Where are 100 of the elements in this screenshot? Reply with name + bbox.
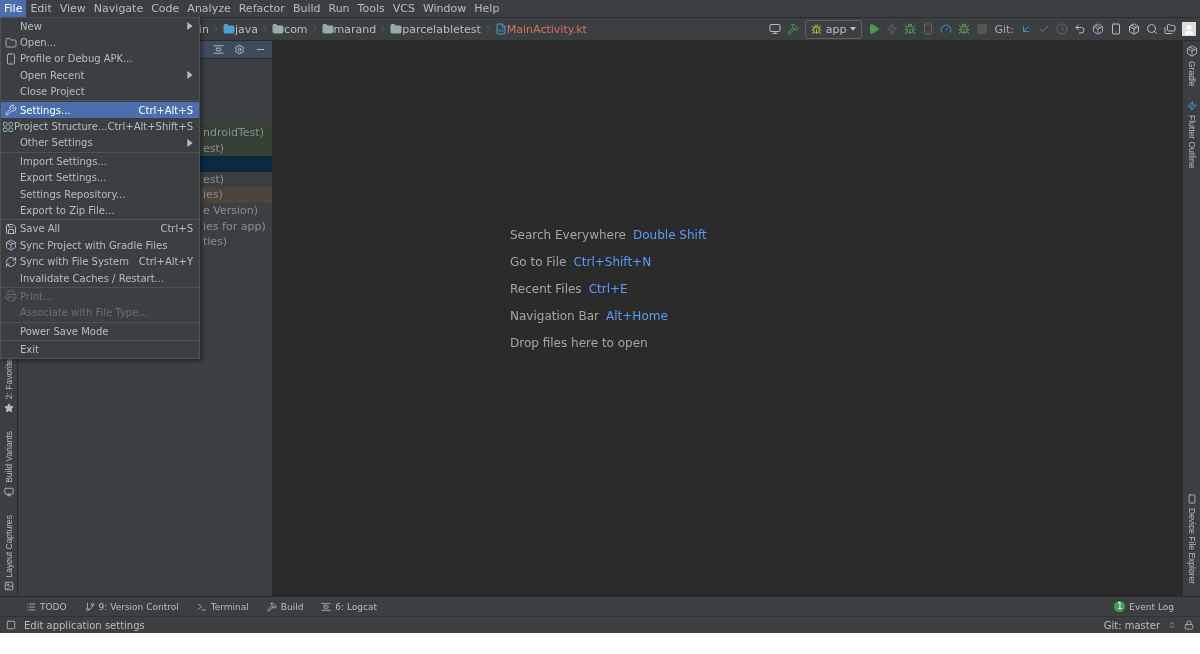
- tool-window-tab[interactable]: 2: Favorite: [3, 359, 14, 400]
- menu-title[interactable]: Help: [470, 0, 504, 17]
- menu-item[interactable]: Sync with File System Ctrl+Alt+Y: [1, 253, 199, 270]
- menu-title[interactable]: Window: [418, 0, 471, 17]
- hint-label: Navigation Bar: [510, 309, 600, 323]
- list-icon: [26, 601, 36, 612]
- terminal-window-icon[interactable]: [768, 23, 781, 35]
- menu-item[interactable]: Exit: [1, 341, 199, 358]
- phone-icon[interactable]: [1110, 23, 1122, 35]
- box-icon[interactable]: [1128, 23, 1140, 35]
- menu-title[interactable]: Tools: [353, 0, 389, 17]
- menu-item[interactable]: Sync Project with Gradle Files: [1, 237, 199, 254]
- collapse-icon[interactable]: [213, 44, 224, 55]
- tool-window-tab[interactable]: Layout Captures: [3, 515, 14, 578]
- menu-item[interactable]: Settings Repository...: [1, 185, 199, 203]
- folder-icon: [223, 23, 236, 35]
- menu-title[interactable]: Analyze: [183, 0, 235, 17]
- tool-window-tab[interactable]: TODO: [26, 601, 67, 612]
- undo-icon[interactable]: [1074, 23, 1086, 35]
- folder-icon: [321, 23, 334, 35]
- hint-shortcut: Double Shift: [633, 228, 707, 242]
- menu-title[interactable]: Refactor: [234, 0, 289, 17]
- folder-icon: [390, 23, 403, 35]
- tool-window-tab[interactable]: 9: Version Control: [84, 601, 179, 612]
- breadcrumb-item[interactable]: parcelabletest: [402, 22, 481, 36]
- capture-icon: [3, 581, 14, 592]
- save-icon: [4, 222, 17, 235]
- settings-icon[interactable]: [234, 44, 245, 55]
- tool-window-tab[interactable]: Build Variants: [3, 431, 14, 483]
- flutter-icon: [1186, 100, 1197, 111]
- git-branch-widget[interactable]: Git: master: [1103, 619, 1160, 631]
- hint-shortcut: Alt+Home: [606, 309, 668, 323]
- gauge-icon[interactable]: [940, 23, 953, 35]
- hint-label: Go to File: [510, 255, 567, 269]
- wrench-icon: [4, 104, 17, 117]
- monitor-icon: [3, 487, 14, 497]
- search-icon[interactable]: [1146, 23, 1158, 35]
- menu-item[interactable]: Import Settings...: [1, 153, 199, 170]
- menu-title[interactable]: Navigate: [89, 0, 148, 17]
- phone-icon: [1186, 493, 1197, 504]
- breadcrumb-item[interactable]: in: [199, 22, 210, 36]
- menu-item[interactable]: Settings... Ctrl+Alt+S: [1, 101, 199, 119]
- star-icon: [3, 403, 14, 414]
- menu-item[interactable]: Invalidate Caches / Restart...: [1, 269, 199, 287]
- git-label: Git:: [994, 22, 1014, 36]
- phone-icon: [4, 52, 17, 65]
- tool-window-tab[interactable]: Build: [266, 601, 304, 612]
- breadcrumb-item[interactable]: com: [284, 22, 308, 36]
- terminal-icon: [196, 601, 207, 612]
- menu-title[interactable]: View: [55, 0, 90, 17]
- event-log-tab[interactable]: 1 Event Log: [1114, 601, 1174, 612]
- branch-icon: [84, 601, 95, 612]
- hammer-icon: [266, 601, 277, 612]
- lock-icon[interactable]: [1184, 620, 1194, 630]
- menu-item[interactable]: New: [1, 18, 199, 35]
- caret-icon: [850, 25, 857, 33]
- arrow-icon[interactable]: [1020, 23, 1032, 35]
- menu-item[interactable]: Export to Zip File...: [1, 202, 199, 219]
- menu-item[interactable]: Power Save Mode: [1, 323, 199, 340]
- status-message: Edit application settings: [24, 619, 145, 631]
- tool-window-tab[interactable]: Device File Explorer: [1186, 507, 1197, 584]
- menu-item[interactable]: Open...: [1, 34, 199, 51]
- menu-title[interactable]: Build: [288, 0, 325, 17]
- hint-shortcut: Ctrl+E: [588, 282, 628, 296]
- menu-item[interactable]: Project Structure...Ctrl+Alt+Shift+S: [1, 118, 199, 135]
- menu-item[interactable]: Save All Ctrl+S: [1, 220, 199, 238]
- play-icon[interactable]: [868, 23, 881, 35]
- tool-window-tab[interactable]: Gradle: [1186, 61, 1197, 87]
- menu-item[interactable]: Export Settings...: [1, 169, 199, 186]
- tool-window-tab[interactable]: 6: Logcat: [321, 601, 378, 612]
- menu-title[interactable]: Run: [324, 0, 354, 17]
- hint-label: Recent Files: [510, 282, 582, 296]
- count-badge: 1: [1114, 601, 1126, 612]
- menu-item[interactable]: Close Project: [1, 83, 199, 100]
- kotlin-file-icon: [494, 23, 507, 35]
- panel-toggle-icon[interactable]: [6, 620, 16, 630]
- breadcrumb-item[interactable]: java: [235, 22, 259, 36]
- menu-item[interactable]: Profile or Debug APK...: [1, 50, 199, 68]
- breadcrumb-item[interactable]: MainActivity.kt: [506, 22, 587, 36]
- folder-icon: [4, 36, 17, 49]
- hint-shortcut: Ctrl+Shift+N: [573, 255, 652, 269]
- menu-title[interactable]: VCS: [388, 0, 419, 17]
- run-config-dropdown[interactable]: app: [804, 19, 863, 39]
- printer-icon: [4, 290, 17, 303]
- menu-item[interactable]: Other Settings: [1, 134, 199, 152]
- tool-window-tab[interactable]: Terminal: [196, 601, 249, 612]
- menu-title[interactable]: Code: [147, 0, 184, 17]
- run-config-label: app: [825, 22, 847, 36]
- check-icon[interactable]: [1038, 23, 1050, 35]
- menu-item[interactable]: Open Recent: [1, 67, 199, 84]
- hint-label: Drop files here to open: [510, 336, 648, 350]
- folders-icon[interactable]: [1164, 23, 1176, 35]
- hint-label: Search Everywhere: [510, 228, 626, 242]
- menu-title[interactable]: Edit: [26, 0, 56, 17]
- hammer-icon[interactable]: [786, 23, 799, 35]
- tool-window-tab[interactable]: Flutter Outline: [1186, 114, 1197, 168]
- sync-icon: [4, 255, 17, 268]
- menu-title[interactable]: File: [0, 0, 27, 17]
- breadcrumb-item[interactable]: marand: [333, 22, 377, 36]
- bug-icon[interactable]: [904, 23, 917, 35]
